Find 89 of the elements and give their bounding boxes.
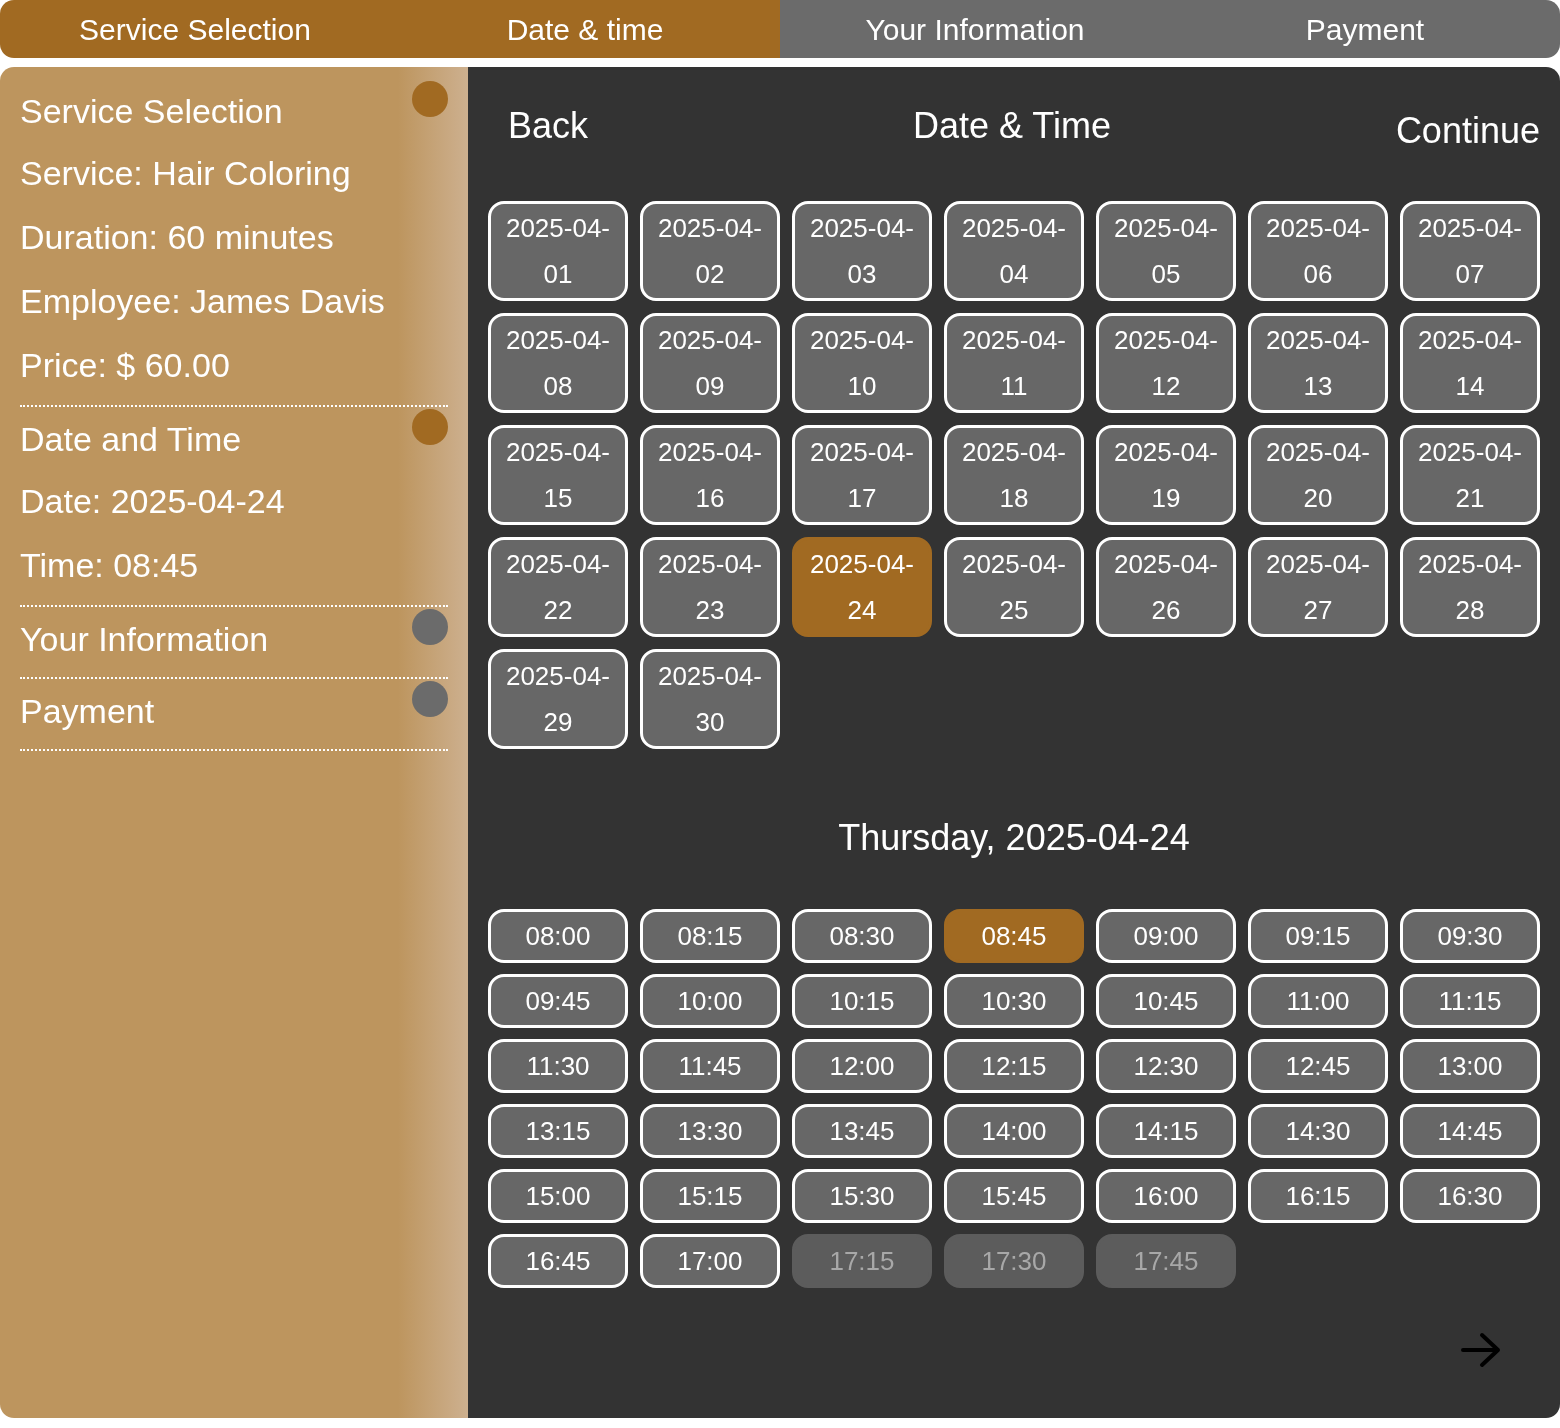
summary-detail: Employee: James Davis (20, 281, 385, 322)
time-slot[interactable]: 11:45 (640, 1039, 780, 1093)
time-slot[interactable]: 08:00 (488, 909, 628, 963)
date-option[interactable]: 2025-04-07 (1400, 201, 1540, 301)
time-slot[interactable]: 16:30 (1400, 1169, 1540, 1223)
time-slot: 17:15 (792, 1234, 932, 1288)
time-slot[interactable]: 12:00 (792, 1039, 932, 1093)
time-slot[interactable]: 16:00 (1096, 1169, 1236, 1223)
date-option[interactable]: 2025-04-17 (792, 425, 932, 525)
time-slot: 17:45 (1096, 1234, 1236, 1288)
date-option[interactable]: 2025-04-25 (944, 537, 1084, 637)
date-option[interactable]: 2025-04-09 (640, 313, 780, 413)
date-option[interactable]: 2025-04-24 (792, 537, 932, 637)
date-option[interactable]: 2025-04-05 (1096, 201, 1236, 301)
time-slot[interactable]: 12:30 (1096, 1039, 1236, 1093)
summary-title: Service Selection (20, 91, 283, 132)
step-tab[interactable]: Your Information (780, 0, 1170, 58)
date-option[interactable]: 2025-04-28 (1400, 537, 1540, 637)
summary-detail: Time: 08:45 (20, 545, 199, 586)
time-slot[interactable]: 13:15 (488, 1104, 628, 1158)
time-slot[interactable]: 10:15 (792, 974, 932, 1028)
date-option[interactable]: 2025-04-01 (488, 201, 628, 301)
date-option[interactable]: 2025-04-30 (640, 649, 780, 749)
summary-detail: Service: Hair Coloring (20, 153, 351, 194)
time-slot[interactable]: 11:00 (1248, 974, 1388, 1028)
time-slot[interactable]: 12:45 (1248, 1039, 1388, 1093)
date-option[interactable]: 2025-04-06 (1248, 201, 1388, 301)
time-slot[interactable]: 11:15 (1400, 974, 1540, 1028)
step-tab[interactable]: Payment (1170, 0, 1560, 58)
date-option[interactable]: 2025-04-20 (1248, 425, 1388, 525)
date-option[interactable]: 2025-04-02 (640, 201, 780, 301)
date-option[interactable]: 2025-04-21 (1400, 425, 1540, 525)
time-slot[interactable]: 15:00 (488, 1169, 628, 1223)
time-slot[interactable]: 12:15 (944, 1039, 1084, 1093)
step-title: Date & Time (912, 104, 1111, 148)
time-slot[interactable]: 11:30 (488, 1039, 628, 1093)
time-slot[interactable]: 09:15 (1248, 909, 1388, 963)
step-tab[interactable]: Date & time (390, 0, 780, 58)
time-slot[interactable]: 09:45 (488, 974, 628, 1028)
time-slot[interactable]: 13:00 (1400, 1039, 1540, 1093)
date-option[interactable]: 2025-04-18 (944, 425, 1084, 525)
date-option[interactable]: 2025-04-15 (488, 425, 628, 525)
time-slot[interactable]: 15:15 (640, 1169, 780, 1223)
date-option[interactable]: 2025-04-13 (1248, 313, 1388, 413)
time-slot[interactable]: 10:30 (944, 974, 1084, 1028)
time-slot[interactable]: 08:30 (792, 909, 932, 963)
time-slot[interactable]: 09:00 (1096, 909, 1236, 963)
date-option[interactable]: 2025-04-03 (792, 201, 932, 301)
step-tab[interactable]: Service Selection (0, 0, 390, 58)
time-slot[interactable]: 08:45 (944, 909, 1084, 963)
date-option[interactable]: 2025-04-10 (792, 313, 932, 413)
time-slot[interactable]: 08:15 (640, 909, 780, 963)
back-button[interactable]: Back (508, 99, 589, 153)
day-heading: Thursday, 2025-04-24 (837, 816, 1191, 860)
date-option[interactable]: 2025-04-23 (640, 537, 780, 637)
time-slot[interactable]: 13:30 (640, 1104, 780, 1158)
date-option[interactable]: 2025-04-11 (944, 313, 1084, 413)
time-slot[interactable]: 17:00 (640, 1234, 780, 1288)
time-slot[interactable]: 15:30 (792, 1169, 932, 1223)
time-slot[interactable]: 14:30 (1248, 1104, 1388, 1158)
summary-detail: Price: $ 60.00 (20, 345, 230, 386)
time-slot[interactable]: 10:45 (1096, 974, 1236, 1028)
time-slot[interactable]: 13:45 (792, 1104, 932, 1158)
time-slot[interactable]: 15:45 (944, 1169, 1084, 1223)
summary-title: Date and Time (20, 419, 242, 460)
time-slot[interactable]: 14:15 (1096, 1104, 1236, 1158)
summary-detail: Duration: 60 minutes (20, 217, 334, 258)
date-option[interactable]: 2025-04-29 (488, 649, 628, 749)
date-option[interactable]: 2025-04-14 (1400, 313, 1540, 413)
summary-title: Your Information (20, 619, 269, 660)
date-option[interactable]: 2025-04-08 (488, 313, 628, 413)
time-slot[interactable]: 10:00 (640, 974, 780, 1028)
time-slot[interactable]: 09:30 (1400, 909, 1540, 963)
continue-button[interactable]: Continue (1395, 104, 1540, 158)
summary-detail: Date: 2025-04-24 (20, 481, 285, 522)
date-option[interactable]: 2025-04-04 (944, 201, 1084, 301)
summary-title: Payment (20, 691, 155, 732)
date-option[interactable]: 2025-04-16 (640, 425, 780, 525)
date-option[interactable]: 2025-04-26 (1096, 537, 1236, 637)
date-option[interactable]: 2025-04-12 (1096, 313, 1236, 413)
time-slot[interactable]: 16:45 (488, 1234, 628, 1288)
right-arrow-icon[interactable] (1460, 1332, 1502, 1368)
date-option[interactable]: 2025-04-27 (1248, 537, 1388, 637)
time-slot[interactable]: 16:15 (1248, 1169, 1388, 1223)
time-slot[interactable]: 14:45 (1400, 1104, 1540, 1158)
time-slot: 17:30 (944, 1234, 1084, 1288)
date-option[interactable]: 2025-04-19 (1096, 425, 1236, 525)
time-slot[interactable]: 14:00 (944, 1104, 1084, 1158)
date-option[interactable]: 2025-04-22 (488, 537, 628, 637)
